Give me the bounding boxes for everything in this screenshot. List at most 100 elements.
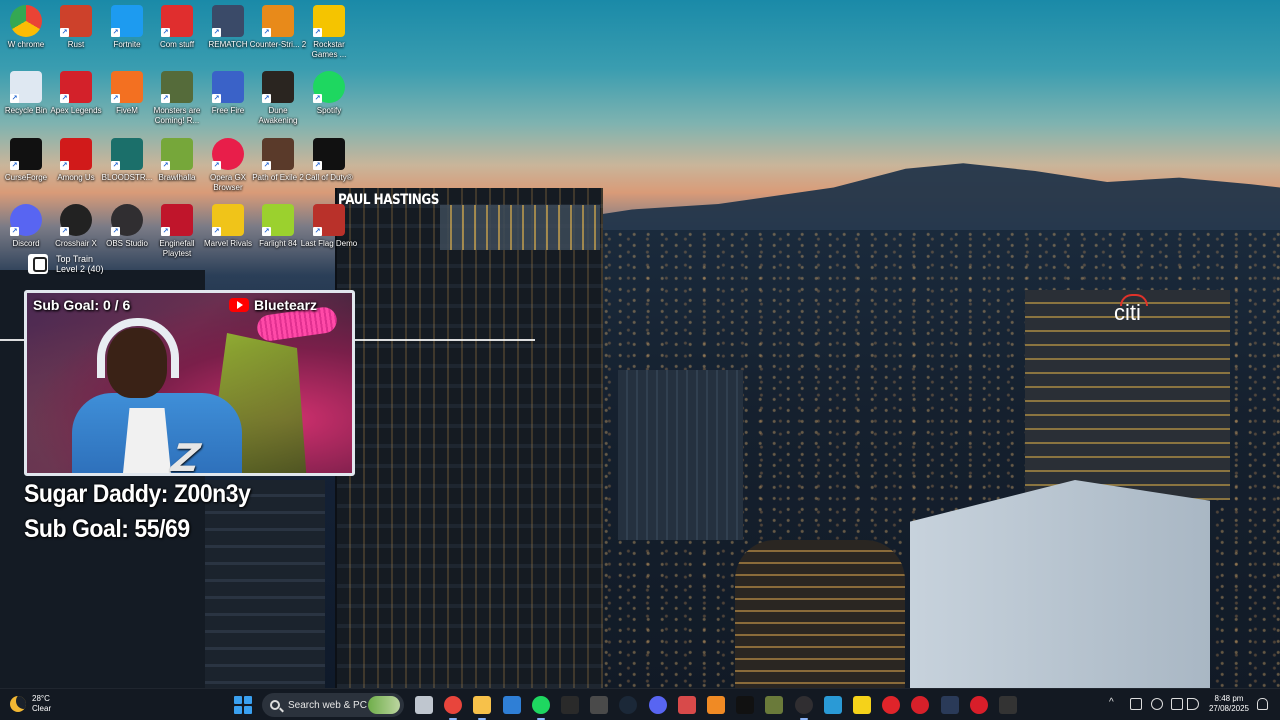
app-icon-4[interactable] <box>882 696 901 714</box>
desktop-icon-label: Rockstar Games ... <box>311 40 347 59</box>
enginefall-icon: ↗ <box>161 204 193 236</box>
desktop-icon[interactable]: ↗ Recycle Bin <box>0 71 52 116</box>
desktop-icon[interactable]: ↗ Counter-Stri... 2 <box>250 5 306 50</box>
system-clock[interactable]: 8:48 pm 27/08/2025 <box>1206 694 1252 714</box>
chrome-icon[interactable] <box>444 696 463 720</box>
desktop-icon[interactable]: W chrome <box>0 5 52 50</box>
obs-icon: ↗ <box>111 204 143 236</box>
shortcut-arrow-icon: ↗ <box>262 28 271 37</box>
crosshair-icon: ↗ <box>60 204 92 236</box>
sugar-daddy-text: Sugar Daddy: Z00n3y <box>24 480 251 508</box>
desktop-icon[interactable]: ↗ Path of Exile 2 <box>252 138 304 183</box>
desktop-icon[interactable]: ↗ REMATCH <box>202 5 254 50</box>
desktop-icon[interactable]: ↗ Dune Awakening <box>252 71 304 126</box>
desktop-icon[interactable]: ↗ OBS Studio <box>101 204 153 249</box>
power-icon: ↗ <box>161 5 193 37</box>
shortcut-arrow-icon: ↗ <box>60 28 69 37</box>
desktop-icon[interactable]: ↗ Marvel Rivals <box>202 204 254 249</box>
desktop-icon[interactable]: ↗ BLOODSTR... <box>101 138 153 183</box>
shortcut-arrow-icon: ↗ <box>10 94 19 103</box>
desktop-icon[interactable]: ↗ Apex Legends <box>50 71 102 116</box>
desktop-icon[interactable]: ↗ Enginefall Playtest <box>151 204 203 259</box>
sticky-notes-icon[interactable] <box>853 696 871 714</box>
shortcut-arrow-icon: ↗ <box>262 161 271 170</box>
spotify-icon[interactable] <box>531 696 550 720</box>
desktop-icon[interactable]: ↗ Last Flag Demo <box>301 204 357 249</box>
desktop-icon-label: Crosshair X <box>55 239 97 248</box>
desktop-icon[interactable]: ↗ Spotify <box>303 71 355 116</box>
app-icon-3[interactable] <box>765 696 784 714</box>
fivem-icon: ↗ <box>111 71 143 103</box>
rust-icon: ↗ <box>60 5 92 37</box>
capcut-icon[interactable] <box>736 696 755 714</box>
moon-icon <box>10 696 26 712</box>
notification-bell-icon[interactable] <box>1257 698 1268 710</box>
shortcut-arrow-icon: ↗ <box>60 161 69 170</box>
shortcut-arrow-icon: ↗ <box>60 94 69 103</box>
obs-icon[interactable] <box>794 696 813 720</box>
app-icon-2[interactable] <box>677 696 696 714</box>
desktop-icon[interactable]: ↗ CurseForge <box>0 138 52 183</box>
weather-condition: Clear <box>32 704 52 713</box>
shortcut-arrow-icon: ↗ <box>161 227 170 236</box>
desktop-icon-label: Spotify <box>316 106 342 115</box>
desktop-icon[interactable]: ↗ Crosshair X <box>50 204 102 249</box>
desktop-icon[interactable]: ↗ Rockstar Games ... <box>303 5 355 60</box>
search-icon <box>270 700 280 710</box>
desktop-icon[interactable]: ↗ Rust <box>50 5 102 50</box>
desktop-icon[interactable]: ↗ Brawlhalla <box>151 138 203 183</box>
desktop-icon-grid: W chrome ↗ Rust ↗ Fortnite ↗ Com stuff ↗ REMATCH… <box>0 0 360 290</box>
epic-games-icon[interactable] <box>561 696 579 714</box>
discord-icon[interactable] <box>648 696 667 714</box>
recycle-bin-icon: ↗ <box>10 71 42 103</box>
desktop-icon[interactable]: ↗ Com stuff <box>151 5 203 50</box>
fortnite-icon[interactable] <box>940 696 959 714</box>
top-train-widget[interactable]: Top Train Level 2 (40) <box>28 254 104 274</box>
desktop-icon-label: Path of Exile 2 <box>252 173 304 182</box>
taskbar-search[interactable]: Search web & PC <box>262 693 404 717</box>
clock-date: 27/08/2025 <box>1208 704 1250 713</box>
desktop-icon[interactable]: ↗ Opera GX Browser <box>202 138 254 193</box>
app-icon-6[interactable] <box>969 696 988 714</box>
desktop-icon[interactable]: ↗ Fortnite <box>101 5 153 50</box>
vlc-icon[interactable] <box>707 696 725 714</box>
shortcut-arrow-icon: ↗ <box>10 161 19 170</box>
desktop-icon[interactable]: ↗ FiveM <box>101 71 153 116</box>
search-placeholder: Search web & PC <box>288 699 367 711</box>
dune-icon: ↗ <box>262 71 294 103</box>
desktop-icon[interactable]: ↗ Farlight 84 <box>252 204 304 249</box>
youtube-icon <box>229 298 249 312</box>
app-icon[interactable] <box>590 696 609 714</box>
file-explorer-icon[interactable] <box>473 696 492 720</box>
desktop-icon[interactable]: ↗ Among Us <box>50 138 102 183</box>
desktop-icon[interactable]: ↗ Free Fire <box>202 71 254 116</box>
photos-icon[interactable] <box>823 696 842 714</box>
steam-icon[interactable] <box>619 696 638 714</box>
counter-strike-icon: ↗ <box>262 5 294 37</box>
fortnite-icon: ↗ <box>111 5 143 37</box>
tray-app-icon[interactable] <box>1130 698 1142 710</box>
visual-studio-icon[interactable] <box>502 696 521 714</box>
task-view-icon[interactable] <box>415 696 433 714</box>
monitor-icon[interactable] <box>1171 698 1183 710</box>
desktop-icon[interactable]: ↗ Discord <box>0 204 52 249</box>
desktop-icon-label: Monsters are Coming! R... <box>153 106 201 125</box>
weather-widget[interactable]: 28°C Clear <box>10 694 51 714</box>
shortcut-arrow-icon: ↗ <box>161 161 170 170</box>
rockstar-icon: ↗ <box>313 5 345 37</box>
desktop-icon-label: Among Us <box>57 173 95 182</box>
shortcut-arrow-icon: ↗ <box>313 227 322 236</box>
last-flag-icon: ↗ <box>313 204 345 236</box>
desktop-icon-label: Apex Legends <box>50 106 102 115</box>
marvel-rivals-icon: ↗ <box>212 204 244 236</box>
search-highlight-icon <box>368 696 400 714</box>
chevron-up-icon[interactable]: ^ <box>1109 697 1114 713</box>
speaker-icon[interactable] <box>1187 698 1199 710</box>
microphone-icon[interactable] <box>1151 698 1163 710</box>
app-icon-7[interactable] <box>999 696 1017 714</box>
start-button[interactable] <box>234 696 252 714</box>
chrome-icon <box>10 5 42 37</box>
desktop-icon[interactable]: ↗ Monsters are Coming! R... <box>151 71 203 126</box>
app-icon-5[interactable] <box>911 696 930 714</box>
desktop-icon[interactable]: ↗ Call of Duty® <box>303 138 355 183</box>
